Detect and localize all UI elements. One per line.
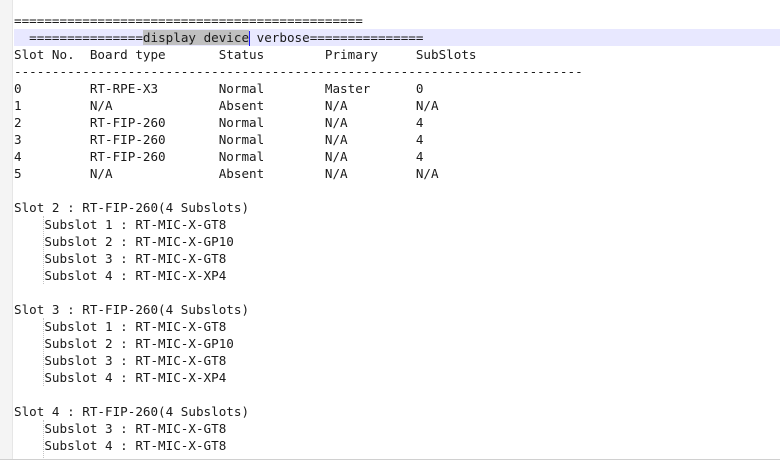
- subslot-line[interactable]: Subslot 3 : RT-MIC-X-GT8: [14, 250, 226, 267]
- subslot-line[interactable]: Subslot 2 : RT-MIC-X-GP10: [14, 233, 234, 250]
- line-text-suffix: verbose===============: [249, 30, 424, 45]
- subslot-line[interactable]: Subslot 4 : RT-MIC-X-GT8: [14, 437, 226, 454]
- text-editor[interactable]: ========================================…: [0, 0, 780, 460]
- subslot-line[interactable]: Subslot 3 : RT-MIC-X-GT8: [14, 352, 226, 369]
- table-row[interactable]: 1 N/A Absent N/A N/A: [14, 97, 439, 114]
- subslot-line[interactable]: Subslot 3 : RT-MIC-X-GT8: [14, 420, 226, 437]
- table-header-row[interactable]: Slot No. Board type Status Primary SubSl…: [14, 46, 477, 63]
- slot-heading[interactable]: Slot 3 : RT-FIP-260(4 Subslots): [14, 301, 249, 318]
- subslot-line[interactable]: Subslot 1 : RT-MIC-X-GT8: [14, 318, 226, 335]
- table-row[interactable]: 0 RT-RPE-X3 Normal Master 0: [14, 80, 423, 97]
- slot-heading[interactable]: Slot 2 : RT-FIP-260(4 Subslots): [14, 199, 249, 216]
- subslot-line[interactable]: Subslot 4 : RT-MIC-X-XP4: [14, 369, 226, 386]
- table-row[interactable]: 2 RT-FIP-260 Normal N/A 4: [14, 114, 423, 131]
- line-text-prefix: ===============: [14, 30, 143, 45]
- fold-margin: [12, 0, 13, 460]
- selected-text[interactable]: display device: [142, 30, 250, 45]
- text-line-current[interactable]: ===============display device verbose===…: [14, 29, 423, 46]
- subslot-line[interactable]: Subslot 2 : RT-MIC-X-GP10: [14, 335, 234, 352]
- slot-heading[interactable]: Slot 4 : RT-FIP-260(4 Subslots): [14, 403, 249, 420]
- subslot-line[interactable]: Subslot 1 : RT-MIC-X-GT8: [14, 216, 226, 233]
- table-row[interactable]: 5 N/A Absent N/A N/A: [14, 165, 439, 182]
- text-line[interactable]: ========================================…: [14, 12, 363, 29]
- table-row[interactable]: 3 RT-FIP-260 Normal N/A 4: [14, 131, 423, 148]
- subslot-line[interactable]: Subslot 4 : RT-MIC-X-XP4: [14, 267, 226, 284]
- table-separator[interactable]: ----------------------------------------…: [14, 63, 583, 80]
- table-row[interactable]: 4 RT-FIP-260 Normal N/A 4: [14, 148, 423, 165]
